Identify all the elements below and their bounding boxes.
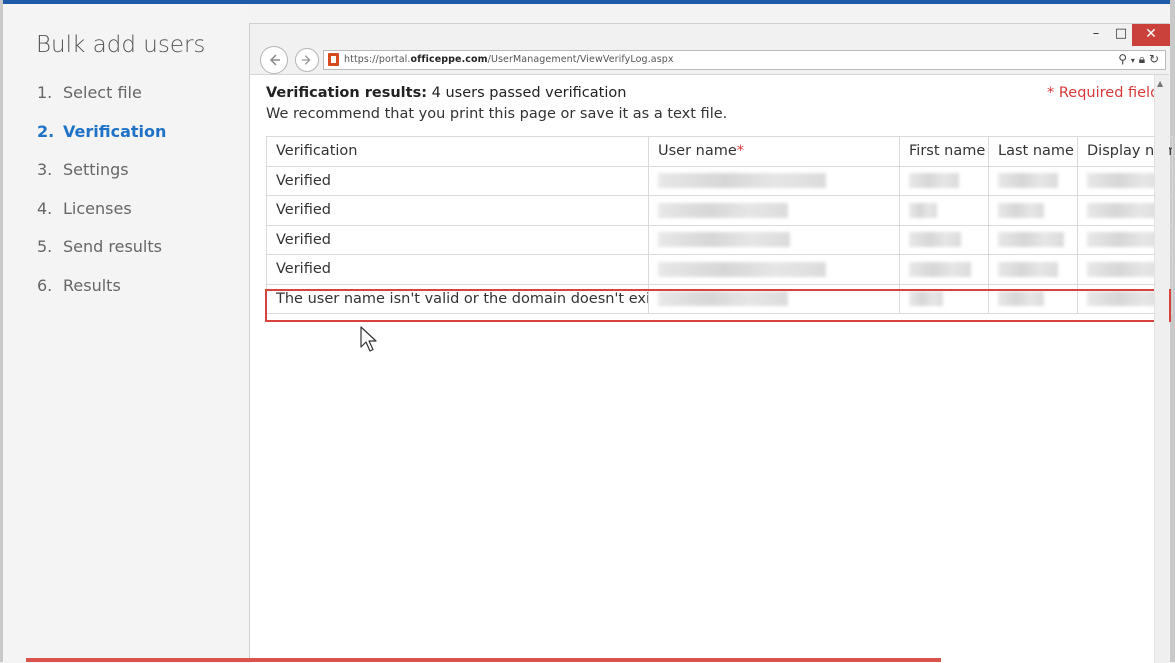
- scroll-up-arrow-icon[interactable]: ▲: [1157, 79, 1163, 88]
- step-label: Results: [63, 275, 121, 295]
- last-name-cell: [988, 283, 1078, 314]
- lock-icon[interactable]: 🔒︎: [1139, 52, 1145, 66]
- required-fields-note: * Required fields: [1047, 85, 1167, 101]
- forward-arrow-icon[interactable]: [295, 48, 319, 72]
- step-label: Select file: [63, 83, 142, 102]
- verification-table: Verification User name* First name Last …: [266, 136, 1173, 314]
- column-header-first-name: First name: [899, 136, 989, 167]
- table-row: Verified: [266, 254, 1173, 285]
- verification-cell: The user name isn't valid or the domain …: [266, 283, 649, 314]
- step-number: 4.: [37, 198, 53, 218]
- step-label: Licenses: [63, 198, 132, 218]
- step-number: 1.: [37, 83, 53, 102]
- bottom-accent-bar: [26, 658, 941, 662]
- first-name-cell: [899, 283, 989, 314]
- verification-cell: Verified: [266, 254, 649, 285]
- column-header-last-name: Last name: [988, 136, 1078, 167]
- step-number: 5.: [37, 237, 53, 256]
- step-number: 2.: [37, 121, 55, 141]
- window-frame-right: [1170, 0, 1175, 662]
- minimize-button[interactable]: –: [1085, 24, 1107, 46]
- user-name-cell: [648, 224, 900, 255]
- user-name-cell: [648, 165, 900, 196]
- verification-cell: Verified: [266, 224, 649, 255]
- last-name-cell: [988, 224, 1078, 255]
- table-header-row: Verification User name* First name Last …: [266, 136, 1173, 167]
- step-settings[interactable]: 3. Settings: [37, 160, 166, 199]
- url-text: https://portal.officeppe.com/UserManagem…: [344, 54, 674, 65]
- user-name-cell: [648, 195, 900, 226]
- column-header-user-name: User name*: [648, 136, 900, 167]
- step-results[interactable]: 6. Results: [37, 276, 166, 315]
- refresh-icon[interactable]: ↻: [1149, 52, 1159, 66]
- table-row: Verified: [266, 195, 1173, 226]
- back-arrow-icon[interactable]: [260, 46, 288, 74]
- wizard-steps: 1. Select file 2. Verification 3. Settin…: [37, 83, 166, 314]
- close-button[interactable]: ✕: [1132, 24, 1170, 46]
- step-label: Settings: [63, 160, 129, 179]
- user-name-cell: [648, 254, 900, 285]
- recommendation-text: We recommend that you print this page or…: [266, 106, 728, 122]
- last-name-cell: [988, 254, 1078, 285]
- last-name-cell: [988, 195, 1078, 226]
- browser-navbar: https://portal.officeppe.com/UserManagem…: [250, 46, 1169, 75]
- user-name-cell: [648, 283, 900, 314]
- last-name-cell: [988, 165, 1078, 196]
- dropdown-icon[interactable]: ▾: [1131, 56, 1135, 65]
- wizard-title: Bulk add users: [36, 32, 206, 58]
- table-row-error: The user name isn't valid or the domain …: [266, 283, 1173, 314]
- step-send-results[interactable]: 5. Send results: [37, 237, 166, 276]
- verification-cell: Verified: [266, 165, 649, 196]
- first-name-cell: [899, 224, 989, 255]
- step-verification[interactable]: 2. Verification: [37, 122, 166, 161]
- office-logo-icon: [328, 53, 339, 66]
- step-number: 3.: [37, 160, 53, 179]
- first-name-cell: [899, 195, 989, 226]
- verification-summary: Verification results: 4 users passed ver…: [266, 85, 627, 101]
- verification-cell: Verified: [266, 195, 649, 226]
- step-number: 6.: [37, 275, 53, 295]
- address-bar-icons: ⚲ ▾ 🔒︎ ↻: [1118, 52, 1159, 67]
- maximize-button[interactable]: □: [1110, 24, 1132, 46]
- vertical-scrollbar[interactable]: ▲: [1154, 75, 1169, 663]
- table-row: Verified: [266, 224, 1173, 255]
- table-row: Verified: [266, 165, 1173, 196]
- step-label: Verification: [63, 121, 167, 141]
- search-icon[interactable]: ⚲: [1118, 52, 1127, 66]
- step-label: Send results: [63, 237, 162, 256]
- page-content: Verification results: 4 users passed ver…: [250, 75, 1173, 663]
- first-name-cell: [899, 165, 989, 196]
- mouse-cursor-icon: [360, 326, 377, 352]
- step-licenses[interactable]: 4. Licenses: [37, 199, 166, 238]
- address-bar[interactable]: https://portal.officeppe.com/UserManagem…: [323, 50, 1166, 70]
- wizard-panel: Bulk add users 1. Select file 2. Verific…: [3, 4, 249, 662]
- first-name-cell: [899, 254, 989, 285]
- step-select-file[interactable]: 1. Select file: [37, 83, 166, 122]
- browser-window: – □ ✕ https://portal.officeppe.com/UserM…: [249, 23, 1173, 663]
- column-header-verification: Verification: [266, 136, 649, 167]
- browser-titlebar: – □ ✕: [250, 24, 1170, 48]
